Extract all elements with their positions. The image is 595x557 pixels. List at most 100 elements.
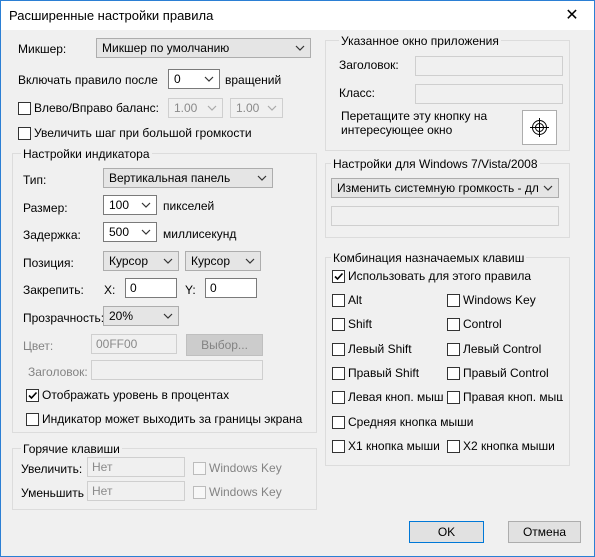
key-left-mouse-checkbox[interactable] <box>332 391 345 404</box>
key-middle-mouse-checkbox[interactable] <box>332 416 345 429</box>
delay-value: 500 <box>109 225 130 239</box>
pin-y-label: Y: <box>185 283 196 297</box>
checkmark-icon <box>334 272 344 281</box>
size-select[interactable]: 100 <box>103 195 157 215</box>
key-left-control-label: Левый Control <box>463 342 542 356</box>
key-x1-mouse-checkbox[interactable] <box>332 440 345 453</box>
chevron-down-icon <box>265 101 279 115</box>
win7-extra-input[interactable] <box>331 206 559 226</box>
color-input[interactable]: 00FF00 <box>91 334 177 354</box>
pin-y-input[interactable]: 0 <box>205 278 257 298</box>
key-alt-checkbox[interactable] <box>332 294 345 307</box>
app-title-input[interactable] <box>415 56 563 76</box>
hotkey-decrease-input[interactable]: Нет <box>87 481 185 501</box>
opacity-select[interactable]: 20% <box>103 306 179 326</box>
key-right-mouse-checkbox[interactable] <box>447 391 460 404</box>
key-shift-checkbox[interactable] <box>332 318 345 331</box>
pin-x-value: 0 <box>130 281 137 295</box>
type-select[interactable]: Вертикальная панель <box>103 168 273 188</box>
hotkey-decrease-value: Нет <box>92 484 113 498</box>
window-picker-button[interactable] <box>522 110 557 145</box>
chevron-down-icon <box>202 72 216 86</box>
increase-step-label: Увеличить шаг при большой громкости <box>34 126 252 140</box>
chevron-down-icon <box>139 225 153 239</box>
key-right-shift-checkbox[interactable] <box>332 367 345 380</box>
offscreen-label: Индикатор может выходить за границы экра… <box>42 412 303 426</box>
color-value: 00FF00 <box>96 337 138 351</box>
increase-step-checkbox[interactable] <box>18 127 31 140</box>
key-shift-label: Shift <box>348 317 373 331</box>
enable-after-label: Включать правило после <box>18 73 158 87</box>
key-x2-mouse-label: X2 кнопка мыши <box>463 439 555 453</box>
indicator-group-title: Настройки индикатора <box>21 147 152 161</box>
opacity-value: 20% <box>109 309 134 323</box>
key-control-label: Control <box>463 317 502 331</box>
opacity-label: Прозрачность: <box>23 311 105 325</box>
use-for-rule-checkbox[interactable] <box>332 270 345 283</box>
key-middle-mouse-label: Средняя кнопка мыши <box>348 415 474 429</box>
hotkey-decrease-winkey-checkbox[interactable] <box>193 486 206 499</box>
heading-input[interactable] <box>91 360 263 380</box>
title-bar[interactable]: Расширенные настройки правила ✕ <box>1 1 594 30</box>
dialog-window: Расширенные настройки правила ✕ Микшер: … <box>0 0 595 557</box>
ok-button[interactable]: OK <box>409 521 484 543</box>
cancel-button[interactable]: Отмена <box>508 521 581 543</box>
hotkey-increase-label: Увеличить: <box>21 462 83 476</box>
key-winkey-label: Windows Key <box>463 293 536 307</box>
win7-action-value: Изменить системную громкость - для в <box>337 181 538 195</box>
hotkey-increase-winkey-checkbox[interactable] <box>193 462 206 475</box>
position-x-select[interactable]: Курсор <box>103 251 179 271</box>
enable-after-value: 0 <box>174 72 181 86</box>
color-label: Цвет: <box>23 339 54 353</box>
balance-left-select[interactable]: 1.00 <box>168 98 223 118</box>
app-title-label: Заголовок: <box>339 58 399 72</box>
size-unit: пикселей <box>163 199 215 213</box>
enable-after-select[interactable]: 0 <box>168 69 220 89</box>
use-for-rule-label: Использовать для этого правила <box>348 269 532 283</box>
hotkey-increase-input[interactable]: Нет <box>87 457 185 477</box>
app-class-input[interactable] <box>415 84 563 104</box>
key-right-control-checkbox[interactable] <box>447 367 460 380</box>
size-label: Размер: <box>23 201 68 215</box>
key-left-shift-checkbox[interactable] <box>332 343 345 356</box>
key-alt-label: Alt <box>348 293 363 307</box>
balance-right-select[interactable]: 1.00 <box>230 98 283 118</box>
show-percent-label: Отображать уровень в процентах <box>42 388 230 402</box>
key-left-control-checkbox[interactable] <box>447 343 460 356</box>
key-combo-group-title: Комбинация назначаемых клавиш <box>331 251 527 265</box>
enable-after-suffix: вращений <box>225 73 282 87</box>
mixer-select[interactable]: Микшер по умолчанию <box>96 38 311 58</box>
key-right-mouse-label: Правая кноп. мыши <box>463 390 563 404</box>
show-percent-checkbox[interactable] <box>26 389 39 402</box>
key-left-shift-label: Левый Shift <box>348 342 412 356</box>
delay-select[interactable]: 500 <box>103 222 157 242</box>
size-value: 100 <box>109 198 130 212</box>
position-y-select[interactable]: Курсор <box>185 251 261 271</box>
chevron-down-icon <box>243 254 257 268</box>
balance-label: Влево/Вправо баланс: <box>34 101 159 115</box>
close-icon[interactable]: ✕ <box>550 1 594 30</box>
pin-x-input[interactable]: 0 <box>125 278 177 298</box>
key-right-control-label: Правый Control <box>463 366 549 380</box>
key-right-shift-label: Правый Shift <box>348 366 420 380</box>
offscreen-checkbox[interactable] <box>26 413 39 426</box>
key-winkey-checkbox[interactable] <box>447 294 460 307</box>
pin-label: Закрепить: <box>23 283 84 297</box>
win7-action-select[interactable]: Изменить системную громкость - для в <box>331 178 559 198</box>
choose-color-button[interactable]: Выбор... <box>186 334 263 356</box>
app-window-group-title: Указанное окно приложения <box>339 34 501 48</box>
position-label: Позиция: <box>23 256 74 270</box>
key-x2-mouse-checkbox[interactable] <box>447 440 460 453</box>
chevron-down-icon <box>161 254 175 268</box>
type-label: Тип: <box>23 173 47 187</box>
balance-checkbox[interactable] <box>18 102 31 115</box>
mixer-label: Микшер: <box>18 42 67 56</box>
chevron-down-icon <box>205 101 219 115</box>
hotkey-increase-value: Нет <box>92 460 113 474</box>
type-value: Вертикальная панель <box>109 171 231 185</box>
checkmark-icon <box>28 391 38 400</box>
hotkey-decrease-label: Уменьшить <box>21 486 84 500</box>
key-control-checkbox[interactable] <box>447 318 460 331</box>
pin-y-value: 0 <box>210 281 217 295</box>
key-left-mouse-label: Левая кноп. мыши <box>348 390 444 404</box>
